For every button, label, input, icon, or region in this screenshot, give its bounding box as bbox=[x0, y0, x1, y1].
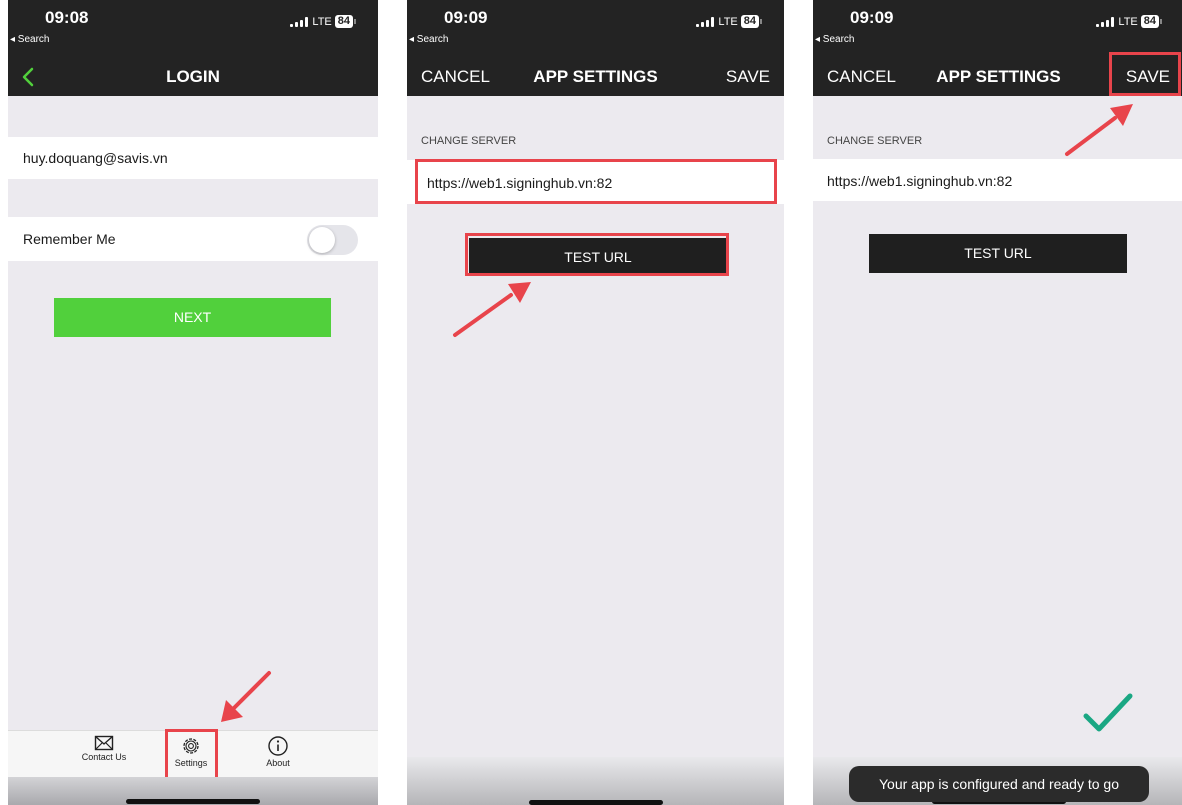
server-url-highlight-box bbox=[415, 159, 777, 204]
page-title: LOGIN bbox=[166, 67, 220, 86]
email-field[interactable]: huy.doquang@savis.vn bbox=[8, 137, 378, 179]
network-type: LTE bbox=[1118, 15, 1138, 28]
tab-label: Contact Us bbox=[81, 752, 127, 762]
status-bar: 09:09 ◂ Search LTE 84 bbox=[407, 0, 784, 57]
server-url-input[interactable]: https://web1.signinghub.vn:82 bbox=[813, 159, 1182, 201]
app-settings-screen: 09:09 ◂ Search LTE 84 CANCEL APP SETTING… bbox=[407, 0, 784, 805]
back-to-search-link[interactable]: ◂ Search bbox=[409, 34, 448, 45]
save-highlight-box bbox=[1109, 52, 1181, 96]
test-url-highlight-box bbox=[465, 233, 729, 276]
status-indicators: LTE 84 bbox=[290, 15, 356, 28]
success-toast: Your app is configured and ready to go bbox=[849, 766, 1149, 802]
section-label: CHANGE SERVER bbox=[421, 135, 517, 147]
save-button[interactable]: SAVE bbox=[726, 57, 770, 96]
info-icon bbox=[268, 736, 288, 756]
envelope-icon bbox=[94, 735, 114, 751]
home-area bbox=[407, 757, 784, 805]
network-type: LTE bbox=[312, 15, 332, 28]
settings-highlight-box bbox=[165, 729, 218, 780]
status-time: 09:08 bbox=[45, 8, 89, 27]
battery-tip bbox=[1160, 19, 1162, 24]
checkmark-icon bbox=[1083, 693, 1133, 732]
battery-tip bbox=[354, 19, 356, 24]
status-bar: 09:09 ◂ Search LTE 84 bbox=[813, 0, 1182, 57]
tab-contact-us[interactable]: Contact Us bbox=[64, 735, 144, 762]
home-area bbox=[8, 777, 378, 805]
back-to-search-link[interactable]: ◂ Search bbox=[10, 34, 49, 45]
signal-icon bbox=[290, 16, 309, 27]
login-screen: 09:08 ◂ Search LTE 84 LOGIN huy.doquang@… bbox=[8, 0, 378, 805]
toggle-knob bbox=[309, 227, 335, 253]
signal-icon bbox=[1096, 16, 1115, 27]
battery-icon: 84 bbox=[1140, 15, 1159, 28]
section-label: CHANGE SERVER bbox=[827, 135, 923, 147]
email-value: huy.doquang@savis.vn bbox=[23, 150, 168, 166]
test-url-button[interactable]: TEST URL bbox=[869, 234, 1127, 273]
status-bar: 09:08 ◂ Search LTE 84 bbox=[8, 0, 378, 57]
back-to-search-link[interactable]: ◂ Search bbox=[815, 34, 854, 45]
nav-bar: LOGIN bbox=[8, 57, 378, 96]
tab-about[interactable]: About bbox=[238, 735, 318, 768]
remember-me-label: Remember Me bbox=[23, 231, 116, 247]
red-arrow-icon bbox=[221, 671, 271, 722]
battery-icon: 84 bbox=[334, 15, 353, 28]
battery-icon: 84 bbox=[740, 15, 759, 28]
status-indicators: LTE 84 bbox=[696, 15, 762, 28]
app-settings-saved-screen: 09:09 ◂ Search LTE 84 CANCEL APP SETTING… bbox=[813, 0, 1182, 805]
red-arrow-icon bbox=[1065, 104, 1133, 156]
server-url-value: https://web1.signinghub.vn:82 bbox=[827, 173, 1013, 189]
home-indicator[interactable] bbox=[528, 800, 663, 805]
network-type: LTE bbox=[718, 15, 738, 28]
status-time: 09:09 bbox=[850, 8, 894, 27]
remember-me-toggle[interactable] bbox=[307, 225, 358, 255]
home-indicator[interactable] bbox=[126, 799, 260, 804]
tab-label: About bbox=[266, 758, 290, 768]
status-indicators: LTE 84 bbox=[1096, 15, 1162, 28]
signal-icon bbox=[696, 16, 715, 27]
battery-tip bbox=[760, 19, 762, 24]
remember-me-row: Remember Me bbox=[8, 217, 378, 261]
nav-bar: CANCEL APP SETTINGS SAVE bbox=[407, 57, 784, 96]
next-button[interactable]: NEXT bbox=[54, 298, 331, 337]
red-arrow-icon bbox=[453, 282, 531, 337]
status-time: 09:09 bbox=[444, 8, 488, 27]
